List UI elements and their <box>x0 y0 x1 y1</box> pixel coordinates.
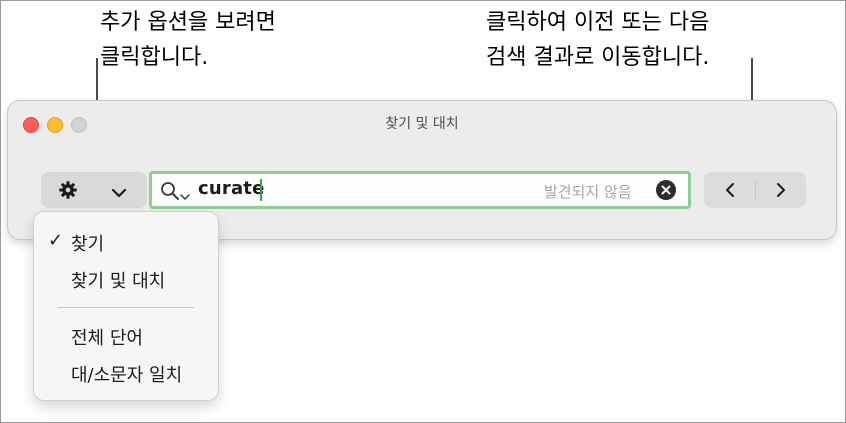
search-input[interactable]: curate <box>198 178 265 199</box>
menu-item-whole-words[interactable]: 전체 단어 <box>34 320 218 352</box>
result-navigation <box>704 172 806 208</box>
menu-item-label: 찾기 및 대치 <box>71 271 166 292</box>
menu-item-match-case[interactable]: 대/소문자 일치 <box>34 357 218 389</box>
menu-item-label: 찾기 <box>71 234 105 255</box>
window-title: 찾기 및 대치 <box>385 116 459 132</box>
menu-item-find-replace[interactable]: 찾기 및 대치 <box>34 263 218 295</box>
menu-divider <box>58 307 194 308</box>
callout-prev-next: 클릭하여 이전 또는 다음 검색 결과로 이동합니다. <box>486 10 710 70</box>
search-options-chevron-icon[interactable] <box>180 186 190 205</box>
checkmark-icon: ✓ <box>48 230 64 251</box>
search-icon[interactable] <box>160 181 180 205</box>
text-cursor <box>260 179 262 201</box>
chevron-down-icon <box>111 184 127 203</box>
chevron-left-icon <box>726 183 734 197</box>
previous-result-button[interactable] <box>704 172 755 208</box>
options-menu: ✓ 찾기 찾기 및 대치 전체 단어 대/소문자 일치 <box>34 212 218 400</box>
search-field[interactable]: curate 발견되지 않음 <box>149 171 691 209</box>
search-status: 발견되지 않음 <box>544 183 632 201</box>
title-bar: 찾기 및 대치 <box>8 101 836 143</box>
menu-item-label: 대/소문자 일치 <box>71 365 183 386</box>
options-button[interactable] <box>41 172 147 208</box>
close-icon <box>661 185 671 195</box>
callout-more-options: 추가 옵션을 보려면 클릭합니다. <box>100 10 276 70</box>
next-result-button[interactable] <box>755 172 806 208</box>
menu-item-find[interactable]: ✓ 찾기 <box>34 226 218 258</box>
clear-search-button[interactable] <box>656 180 676 200</box>
menu-item-label: 전체 단어 <box>71 328 143 349</box>
chevron-right-icon <box>777 183 785 197</box>
gear-icon <box>57 180 79 204</box>
